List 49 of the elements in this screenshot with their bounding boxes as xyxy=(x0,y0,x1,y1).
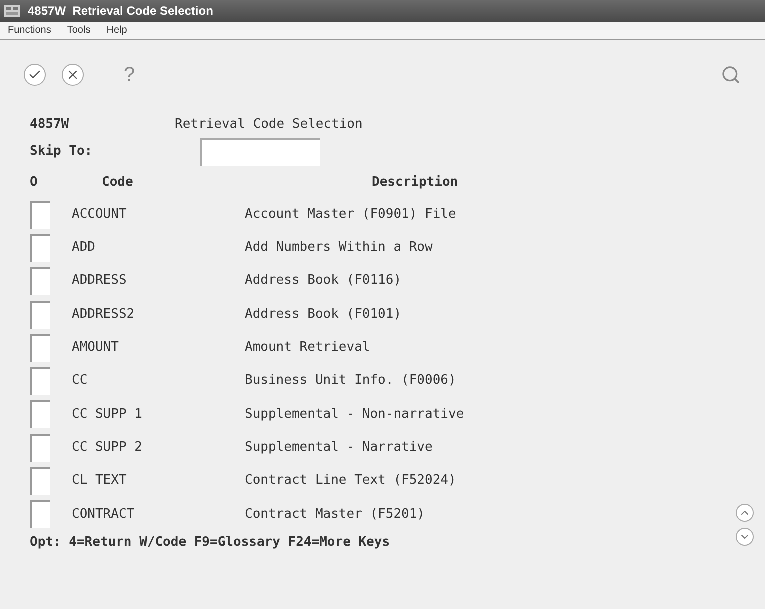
skip-to-field[interactable] xyxy=(200,138,320,166)
option-field[interactable] xyxy=(30,200,50,229)
app-icon xyxy=(4,5,20,17)
function-key-hint: Opt: 4=Return W/Code F9=Glossary F24=More Keys xyxy=(30,534,390,552)
column-header: Description xyxy=(371,174,458,192)
description-cell-text: Address Book (F0101) xyxy=(245,306,402,324)
menu-item[interactable]: Help xyxy=(106,23,128,38)
code-cell-text: CC xyxy=(72,372,89,390)
description-cell-text: Supplemental - Narrative xyxy=(245,438,433,457)
description-cell-text: Address Book (F0116) xyxy=(245,272,402,290)
description-cell-text: Supplemental - Non-narrative xyxy=(245,406,464,424)
option-field[interactable] xyxy=(30,400,50,428)
description-cell-text: Account Master (F0901) File xyxy=(245,206,456,224)
description-cell-text: Business Unit Info. (F0006) xyxy=(245,372,456,390)
option-field[interactable] xyxy=(30,300,50,329)
ok-button[interactable] xyxy=(24,64,46,86)
option-field[interactable] xyxy=(30,434,50,462)
menu-item[interactable]: Tools xyxy=(67,23,91,38)
code-cell-text: AMOUNT xyxy=(72,339,120,358)
search-icon[interactable] xyxy=(721,65,741,85)
description-cell-text: Contract Master (F5201) xyxy=(245,506,426,524)
menu-item[interactable]: Functions xyxy=(8,23,52,38)
code-cell-text: CONTRACT xyxy=(72,506,136,524)
code-cell-text: CC SUPP 1 xyxy=(72,406,144,424)
form-id: 4857W xyxy=(30,116,70,134)
code-cell-text: ACCOUNT xyxy=(72,206,128,224)
option-field[interactable] xyxy=(30,367,50,396)
scroll-down-button[interactable] xyxy=(736,528,754,546)
description-cell-text: Contract Line Text (F52024) xyxy=(245,472,456,490)
close-icon xyxy=(66,68,80,82)
option-field[interactable] xyxy=(30,467,50,496)
column-header: Code xyxy=(102,174,134,192)
code-cell-text: ADDRESS2 xyxy=(72,306,136,324)
cancel-button[interactable] xyxy=(62,64,84,86)
option-field[interactable] xyxy=(30,334,50,362)
form-title: Retrieval Code Selection xyxy=(175,116,363,134)
code-cell-text: CC SUPP 2 xyxy=(72,438,144,457)
code-cell-text: ADDRESS xyxy=(72,272,128,290)
scroll-up-button[interactable] xyxy=(736,504,754,522)
option-field[interactable] xyxy=(30,267,50,296)
skip-to-label: Skip To: xyxy=(30,143,94,162)
code-cell-text: ADD xyxy=(72,239,96,258)
window-title: 4857W Retrieval Code Selection xyxy=(28,3,214,20)
description-cell-text: Add Numbers Within a Row xyxy=(245,239,433,258)
column-header: O xyxy=(30,174,39,192)
description-cell-text: Amount Retrieval xyxy=(245,339,370,358)
option-field[interactable] xyxy=(30,500,50,528)
option-field[interactable] xyxy=(30,234,50,262)
code-cell-text: CL TEXT xyxy=(72,472,128,490)
